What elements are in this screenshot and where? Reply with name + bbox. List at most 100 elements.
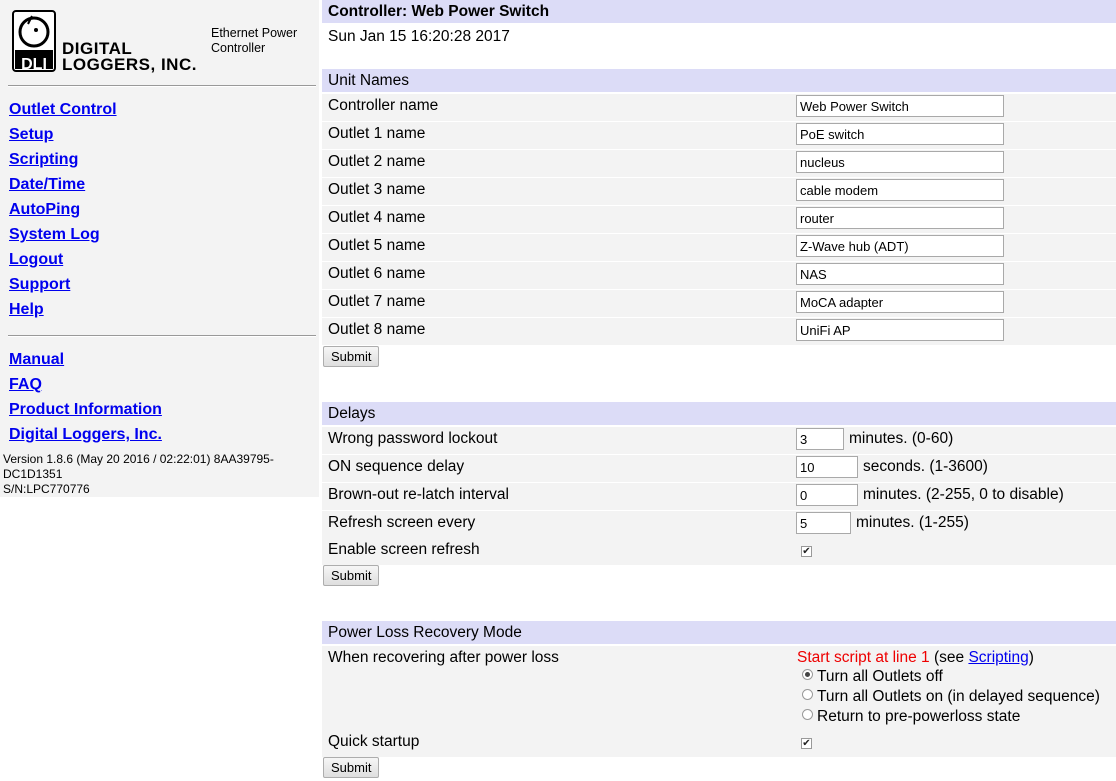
- brownout-relatch-input[interactable]: [796, 484, 858, 506]
- power-loss-recovery-row: When recovering after power loss Start s…: [322, 646, 1116, 730]
- outlet-5-label: Outlet 5 name: [328, 237, 426, 254]
- outlet-name-row: Outlet 3 name: [322, 178, 1116, 205]
- outlet-name-row: Outlet 1 name: [322, 122, 1116, 149]
- power-loss-submit-button[interactable]: Submit: [323, 757, 380, 778]
- lockout-unit: minutes. (0-60): [849, 430, 954, 447]
- refresh-every-input[interactable]: [796, 512, 851, 534]
- delays-submit-button[interactable]: Submit: [323, 565, 380, 586]
- outlet-4-label: Outlet 4 name: [328, 209, 426, 226]
- serial-number: S/N:LPC770776: [3, 482, 90, 496]
- outlet-7-name-input[interactable]: [796, 291, 1004, 313]
- lockout-input[interactable]: [796, 428, 844, 450]
- controller-name-row: Controller name: [322, 94, 1116, 121]
- delay-row: Refresh screen every minutes. (1-255): [322, 511, 1116, 538]
- main-content: Controller: Web Power Switch Sun Jan 15 …: [322, 0, 1116, 781]
- option-label: Return to pre-powerloss state: [817, 708, 1021, 725]
- dli-logo: DLI DIGITAL LOGGERS, INC.: [10, 8, 210, 78]
- outlet-4-name-input[interactable]: [796, 207, 1004, 229]
- version-line: DC1D1351: [3, 467, 63, 481]
- link-product-information[interactable]: Product Information: [9, 400, 162, 420]
- radio-return-previous[interactable]: [802, 709, 813, 721]
- outlet-8-label: Outlet 8 name: [328, 321, 426, 338]
- outlet-3-name-input[interactable]: [796, 179, 1004, 201]
- outlet-1-label: Outlet 1 name: [328, 125, 426, 142]
- radio-turn-all-off[interactable]: [802, 669, 813, 681]
- controller-name-input[interactable]: [796, 95, 1004, 117]
- outlet-6-label: Outlet 6 name: [328, 265, 426, 282]
- page-title: Controller: Web Power Switch: [322, 0, 1116, 23]
- nav-outlet-control[interactable]: Outlet Control: [9, 100, 117, 120]
- section-heading-unit-names: Unit Names: [322, 69, 1116, 92]
- nav-system-log[interactable]: System Log: [9, 225, 100, 245]
- outlet-8-name-input[interactable]: [796, 319, 1004, 341]
- outlet-7-label: Outlet 7 name: [328, 293, 426, 310]
- link-manual[interactable]: Manual: [9, 350, 64, 370]
- outlet-name-row: Outlet 7 name: [322, 290, 1116, 317]
- outlet-name-row: Outlet 8 name: [322, 318, 1116, 345]
- outlet-1-name-input[interactable]: [796, 123, 1004, 145]
- enable-refresh-checkbox[interactable]: ✔: [801, 546, 812, 557]
- option-label: Turn all Outlets on (in delayed sequence…: [817, 688, 1100, 705]
- on-sequence-delay-input[interactable]: [796, 456, 858, 478]
- section-heading-delays: Delays: [322, 402, 1116, 425]
- brownout-relatch-label: Brown-out re-latch interval: [328, 486, 509, 503]
- link-faq[interactable]: FAQ: [9, 375, 42, 395]
- divider: [8, 85, 316, 87]
- option-return-previous[interactable]: Return to pre-powerloss state: [802, 707, 1020, 727]
- logo-wordmark-line2: LOGGERS, INC.: [62, 55, 197, 74]
- nav-scripting[interactable]: Scripting: [9, 150, 78, 170]
- brownout-relatch-unit: minutes. (2-255, 0 to disable): [863, 486, 1064, 503]
- tagline-line1: Ethernet Power: [211, 26, 298, 40]
- version-info: Version 1.8.6 (May 20 2016 / 02:22:01) 8…: [3, 452, 313, 497]
- recover-label: When recovering after power loss: [328, 649, 559, 666]
- script-note-open: (see: [929, 649, 969, 666]
- delay-row: Enable screen refresh ✔: [322, 538, 1116, 565]
- current-datetime: Sun Jan 15 16:20:28 2017: [328, 28, 510, 45]
- product-tagline: Ethernet Power Controller: [211, 26, 297, 56]
- delay-row: Wrong password lockout minutes. (0-60): [322, 427, 1116, 454]
- radio-turn-all-on[interactable]: [802, 689, 813, 701]
- delay-row: Brown-out re-latch interval minutes. (2-…: [322, 483, 1116, 510]
- lockout-label: Wrong password lockout: [328, 430, 498, 447]
- nav-logout[interactable]: Logout: [9, 250, 63, 270]
- logo-wordmark: DIGITAL LOGGERS, INC.: [62, 40, 197, 74]
- outlet-2-label: Outlet 2 name: [328, 153, 426, 170]
- outlet-name-row: Outlet 4 name: [322, 206, 1116, 233]
- nav-autoping[interactable]: AutoPing: [9, 200, 80, 220]
- nav-date-time[interactable]: Date/Time: [9, 175, 85, 195]
- script-note: Start script at line 1 (see Scripting): [797, 648, 1034, 668]
- outlet-name-row: Outlet 6 name: [322, 262, 1116, 289]
- divider: [8, 335, 316, 337]
- quick-startup-label: Quick startup: [328, 733, 420, 750]
- nav-support[interactable]: Support: [9, 275, 70, 295]
- outlet-name-row: Outlet 2 name: [322, 150, 1116, 177]
- tagline-line2: Controller: [211, 41, 266, 55]
- nav-setup[interactable]: Setup: [9, 125, 53, 145]
- outlet-2-name-input[interactable]: [796, 151, 1004, 173]
- script-note-text: Start script at line 1: [797, 649, 930, 666]
- refresh-every-unit: minutes. (1-255): [856, 514, 969, 531]
- on-sequence-delay-unit: seconds. (1-3600): [863, 458, 988, 475]
- section-heading-power-loss: Power Loss Recovery Mode: [322, 621, 1116, 644]
- recovery-options: Start script at line 1 (see Scripting) T…: [796, 646, 1116, 730]
- enable-refresh-label: Enable screen refresh: [328, 541, 480, 558]
- nav-help[interactable]: Help: [9, 300, 44, 320]
- on-sequence-delay-label: ON sequence delay: [328, 458, 465, 475]
- sidebar: DLI DIGITAL LOGGERS, INC. Ethernet Power…: [0, 0, 319, 497]
- scripting-link[interactable]: Scripting: [968, 649, 1028, 666]
- outlet-name-row: Outlet 5 name: [322, 234, 1116, 261]
- unit-names-submit-button[interactable]: Submit: [323, 346, 380, 367]
- option-turn-all-on[interactable]: Turn all Outlets on (in delayed sequence…: [802, 687, 1100, 707]
- controller-name-label: Controller name: [328, 97, 439, 114]
- link-digital-loggers[interactable]: Digital Loggers, Inc.: [9, 425, 162, 445]
- outlet-6-name-input[interactable]: [796, 263, 1004, 285]
- outlet-5-name-input[interactable]: [796, 235, 1004, 257]
- delay-row: ON sequence delay seconds. (1-3600): [322, 455, 1116, 482]
- option-turn-all-off[interactable]: Turn all Outlets off: [802, 667, 943, 687]
- quick-startup-checkbox[interactable]: ✔: [801, 738, 812, 749]
- outlet-3-label: Outlet 3 name: [328, 181, 426, 198]
- refresh-every-label: Refresh screen every: [328, 514, 476, 531]
- script-note-close: ): [1028, 649, 1034, 666]
- version-line: Version 1.8.6 (May 20 2016 / 02:22:01) 8…: [3, 452, 274, 466]
- logo-mark-text: DLI: [21, 56, 47, 73]
